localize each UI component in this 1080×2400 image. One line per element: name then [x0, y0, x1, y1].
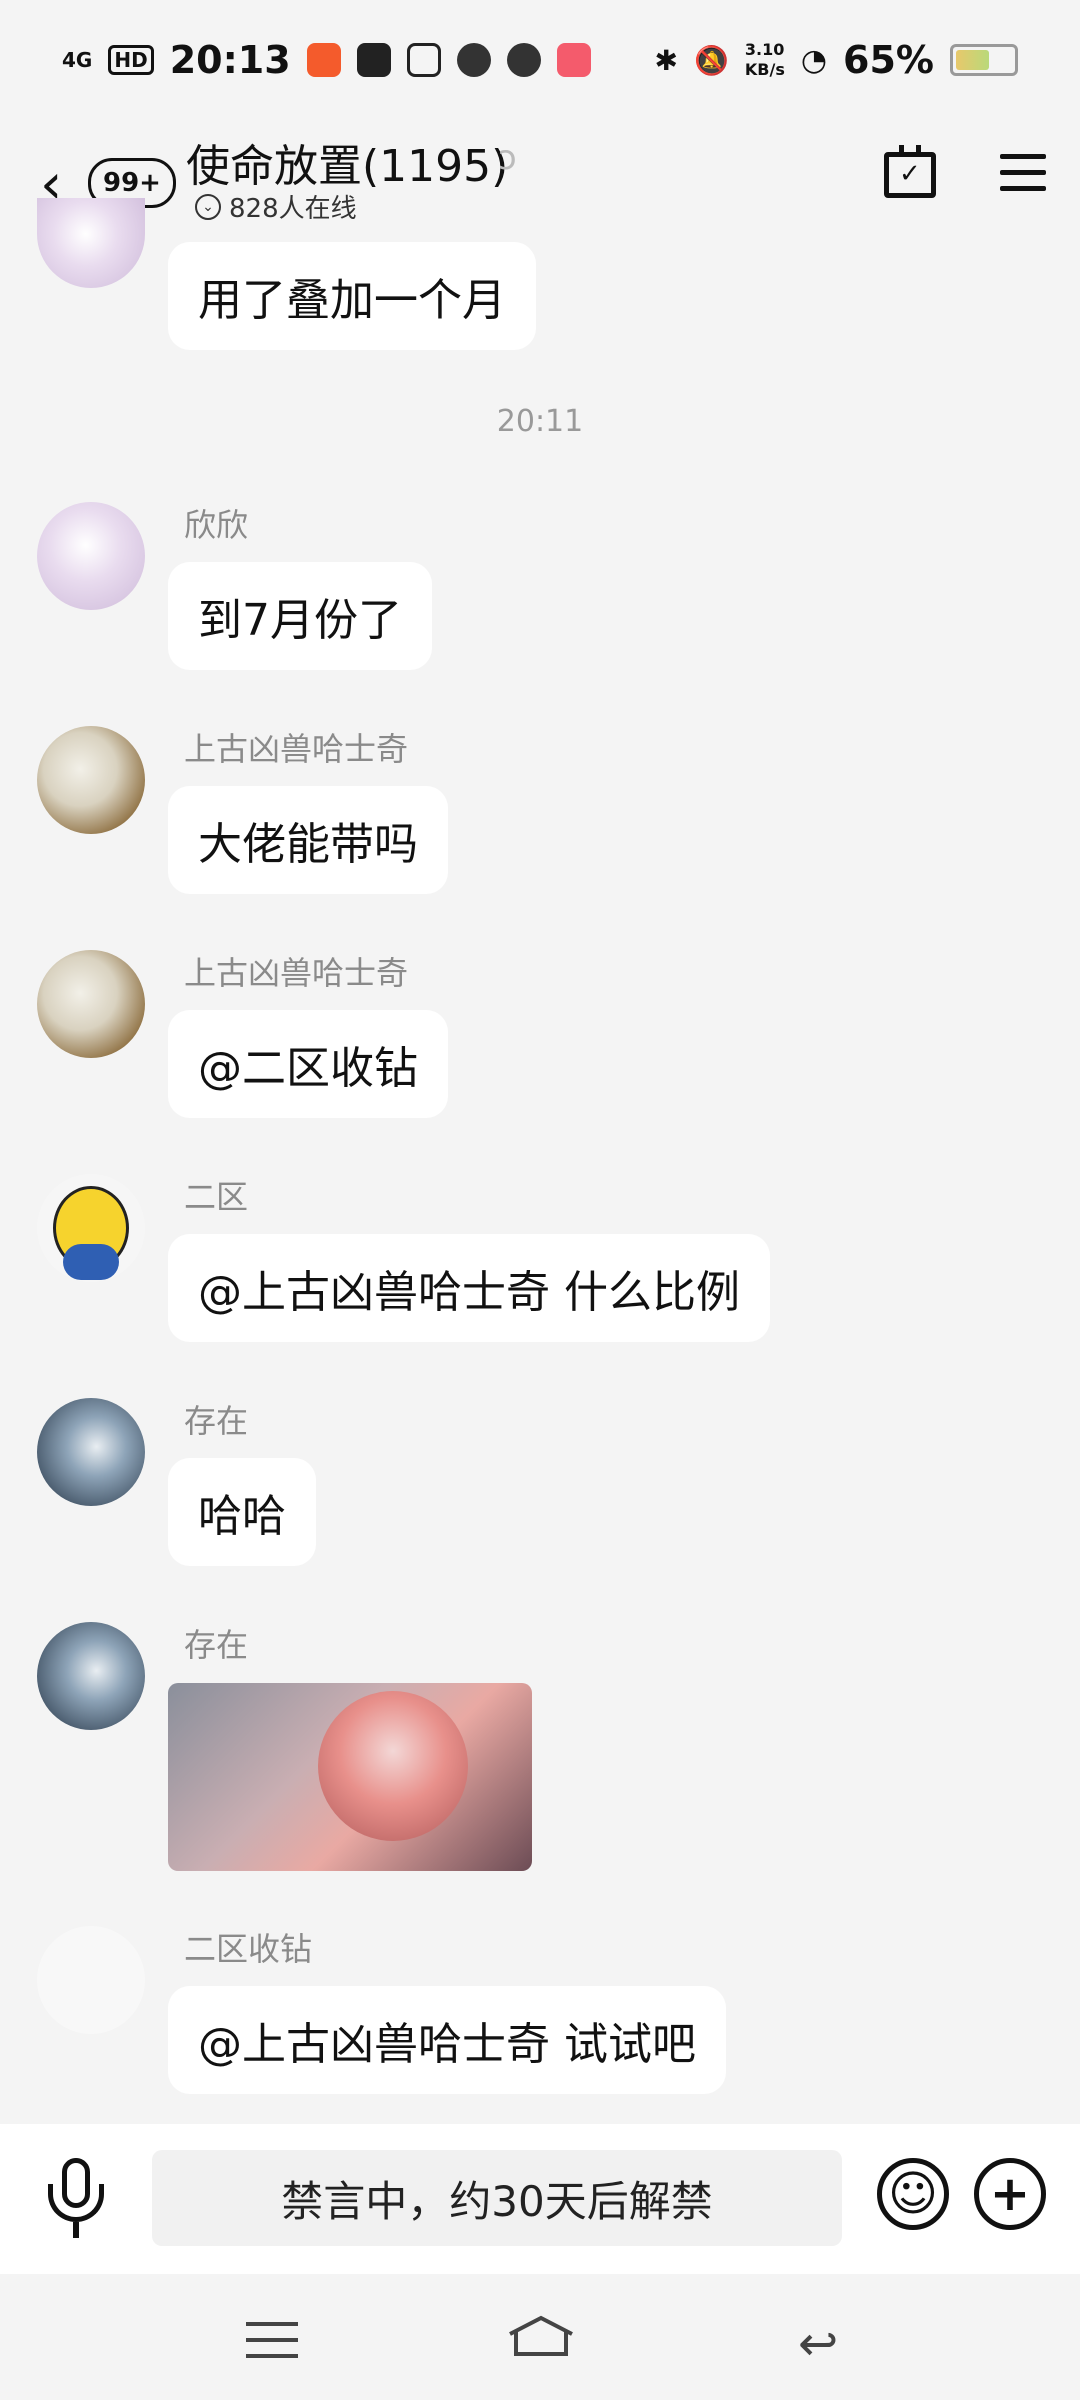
avatar[interactable] — [37, 1622, 145, 1730]
avatar[interactable] — [37, 502, 145, 610]
avatar[interactable] — [37, 726, 145, 834]
message-bubble[interactable]: 到7月份了 — [168, 562, 432, 670]
home-icon[interactable] — [506, 2314, 576, 2358]
battery-icon — [950, 44, 1018, 76]
hd-indicator: HD — [108, 45, 154, 75]
sender-name: 存在 — [184, 1402, 249, 1440]
message-bubble[interactable]: 用了叠加一个月 — [168, 242, 536, 350]
app-notification-icon — [506, 43, 541, 77]
mute-icon: 🔕 — [694, 43, 729, 77]
network-speed: 3.10 KB/s — [744, 40, 785, 79]
recent-apps-icon[interactable] — [246, 2322, 298, 2370]
plus-icon[interactable]: + — [974, 2158, 1046, 2230]
message-input[interactable]: 禁言中，约30天后解禁 — [152, 2150, 842, 2246]
message-bubble[interactable]: 大佬能带吗 — [168, 786, 448, 894]
menu-icon[interactable] — [1000, 154, 1046, 202]
avatar[interactable] — [37, 1398, 145, 1506]
avatar[interactable] — [37, 1926, 145, 2034]
app-notification-icon — [556, 43, 591, 77]
group-title[interactable]: 使命放置(1195) — [186, 130, 508, 194]
back-nav-icon[interactable]: ↩ — [798, 2316, 838, 2372]
sender-name: 存在 — [184, 1626, 249, 1664]
avatar[interactable] — [37, 198, 145, 288]
input-bar: 禁言中，约30天后解禁 ☺ + — [0, 2124, 1080, 2274]
bluetooth-icon: ✱ — [654, 43, 678, 77]
status-bar: 4G HD 20:13 ✱ 🔕 3.10 KB/s ◔ 65% — [0, 0, 1080, 120]
duck-body — [63, 1244, 119, 1280]
calendar-icon[interactable]: ✓ — [884, 145, 936, 198]
online-count: ⌄ 828人在线 — [195, 188, 357, 225]
battery-percent: 65% — [843, 38, 934, 82]
microphone-icon[interactable] — [46, 2158, 106, 2242]
sender-name: 欣欣 — [184, 506, 249, 544]
sender-name: 二区 — [184, 1178, 249, 1216]
online-count-text: 828人在线 — [229, 194, 357, 224]
sender-name: 二区收钻 — [184, 1930, 313, 1968]
sender-name: 上古凶兽哈士奇 — [184, 954, 409, 992]
wifi-icon: ◔ — [800, 42, 828, 78]
emoji-icon[interactable]: ☺ — [877, 2158, 949, 2230]
message-bubble[interactable]: @上古凶兽哈士奇 试试吧 — [168, 1986, 726, 2094]
app-notification-icon — [406, 43, 441, 77]
image-message[interactable] — [168, 1683, 532, 1871]
avatar[interactable] — [37, 950, 145, 1058]
clock: 20:13 — [169, 38, 291, 82]
timestamp: 20:11 — [496, 404, 584, 439]
chat-header: ‹ 99+ 使命放置(1195) ↄ ⌄ 828人在线 ✓ — [0, 120, 1080, 230]
system-navigation-bar: ↩ — [0, 2274, 1080, 2400]
avatar[interactable] — [37, 1174, 145, 1282]
ear-icon[interactable]: ↄ — [498, 138, 517, 178]
anime-portrait — [318, 1691, 468, 1841]
chevron-down-icon: ⌄ — [195, 193, 221, 220]
network-indicator: 4G — [62, 48, 93, 72]
app-notification-icon — [306, 43, 341, 77]
sender-name: 上古凶兽哈士奇 — [184, 730, 409, 768]
message-bubble[interactable]: 哈哈 — [168, 1458, 316, 1566]
wechat-icon — [456, 43, 491, 77]
message-bubble[interactable]: @上古凶兽哈士奇 什么比例 — [168, 1234, 770, 1342]
message-bubble[interactable]: @二区收钻 — [168, 1010, 448, 1118]
app-notification-icon — [356, 43, 391, 77]
